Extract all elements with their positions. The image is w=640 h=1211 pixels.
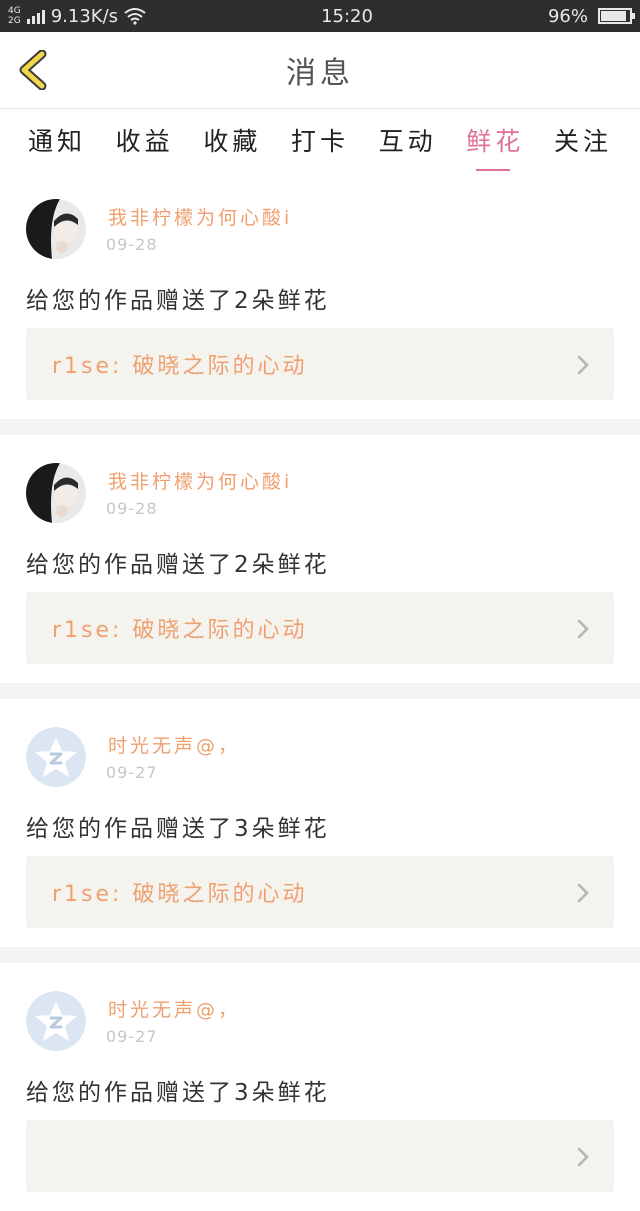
status-bar: 4G 2G 9.13K/s 15:20 96% [0, 0, 640, 32]
avatar[interactable] [26, 727, 86, 787]
network-type: 4G 2G [8, 6, 21, 26]
message-date: 09-28 [106, 499, 158, 518]
message-date: 09-27 [106, 763, 158, 782]
separator [0, 419, 640, 435]
message-text: 给您的作品赠送了2朵鲜花 [26, 552, 330, 578]
header: 消息 [0, 32, 640, 109]
message-date: 09-27 [106, 1027, 158, 1046]
tab-5[interactable]: 鲜花 [466, 122, 524, 172]
work-title: r1se: 破晓之际的心动 [52, 618, 308, 643]
battery-percent: 96% [547, 5, 588, 27]
work-title: r1se: 破晓之际的心动 [52, 354, 308, 379]
message-list: 我非柠檬为何心酸i 09-28 给您的作品赠送了2朵鲜花 r1se: 破晓之际的… [0, 171, 640, 1211]
tab-2[interactable]: 收藏 [203, 122, 261, 158]
page-title: 消息 [286, 56, 354, 91]
message-item: 时光无声@， 09-27 给您的作品赠送了3朵鲜花 r1se: 破晓之际的心动 [0, 699, 640, 947]
chevron-right-icon [577, 1147, 589, 1167]
chevron-right-icon [577, 355, 589, 375]
avatar[interactable] [26, 991, 86, 1051]
message-text: 给您的作品赠送了3朵鲜花 [26, 1080, 330, 1106]
message-item: 时光无声@， 09-27 给您的作品赠送了3朵鲜花 [0, 963, 640, 1211]
message-item: 我非柠檬为何心酸i 09-28 给您的作品赠送了2朵鲜花 r1se: 破晓之际的… [0, 171, 640, 419]
work-link[interactable]: r1se: 破晓之际的心动 [26, 856, 614, 928]
username[interactable]: 我非柠檬为何心酸i [108, 467, 308, 494]
message-text: 给您的作品赠送了2朵鲜花 [26, 288, 330, 314]
avatar[interactable] [26, 463, 86, 523]
tab-4[interactable]: 互动 [379, 122, 437, 158]
signal-icon [26, 8, 45, 24]
message-item: 我非柠檬为何心酸i 09-28 给您的作品赠送了2朵鲜花 r1se: 破晓之际的… [0, 435, 640, 683]
message-date: 09-28 [106, 235, 158, 254]
separator [0, 683, 640, 699]
username[interactable]: 时光无声@， [108, 731, 308, 758]
network-2g: 2G [8, 16, 21, 26]
work-link[interactable]: r1se: 破晓之际的心动 [26, 328, 614, 400]
separator [0, 947, 640, 963]
work-link[interactable] [26, 1120, 614, 1192]
battery-icon [597, 8, 635, 24]
work-link[interactable]: r1se: 破晓之际的心动 [26, 592, 614, 664]
message-text: 给您的作品赠送了3朵鲜花 [26, 816, 330, 842]
tab-3[interactable]: 打卡 [291, 122, 349, 158]
chevron-right-icon [577, 619, 589, 639]
tab-bar: 通知 收益 收藏 打卡 互动 鲜花 关注 [0, 109, 640, 172]
avatar[interactable] [26, 199, 86, 259]
work-title: r1se: 破晓之际的心动 [52, 882, 308, 907]
back-arrow-icon[interactable] [16, 50, 52, 90]
network-4g: 4G [8, 6, 21, 16]
chevron-right-icon [577, 883, 589, 903]
username[interactable]: 我非柠檬为何心酸i [108, 203, 308, 230]
tab-0[interactable]: 通知 [28, 122, 86, 158]
wifi-icon [124, 8, 146, 25]
tab-1[interactable]: 收益 [116, 122, 174, 158]
network-speed: 9.13K/s [50, 5, 119, 27]
tab-6[interactable]: 关注 [554, 122, 612, 158]
clock: 15:20 [321, 5, 373, 27]
username[interactable]: 时光无声@， [108, 995, 308, 1022]
